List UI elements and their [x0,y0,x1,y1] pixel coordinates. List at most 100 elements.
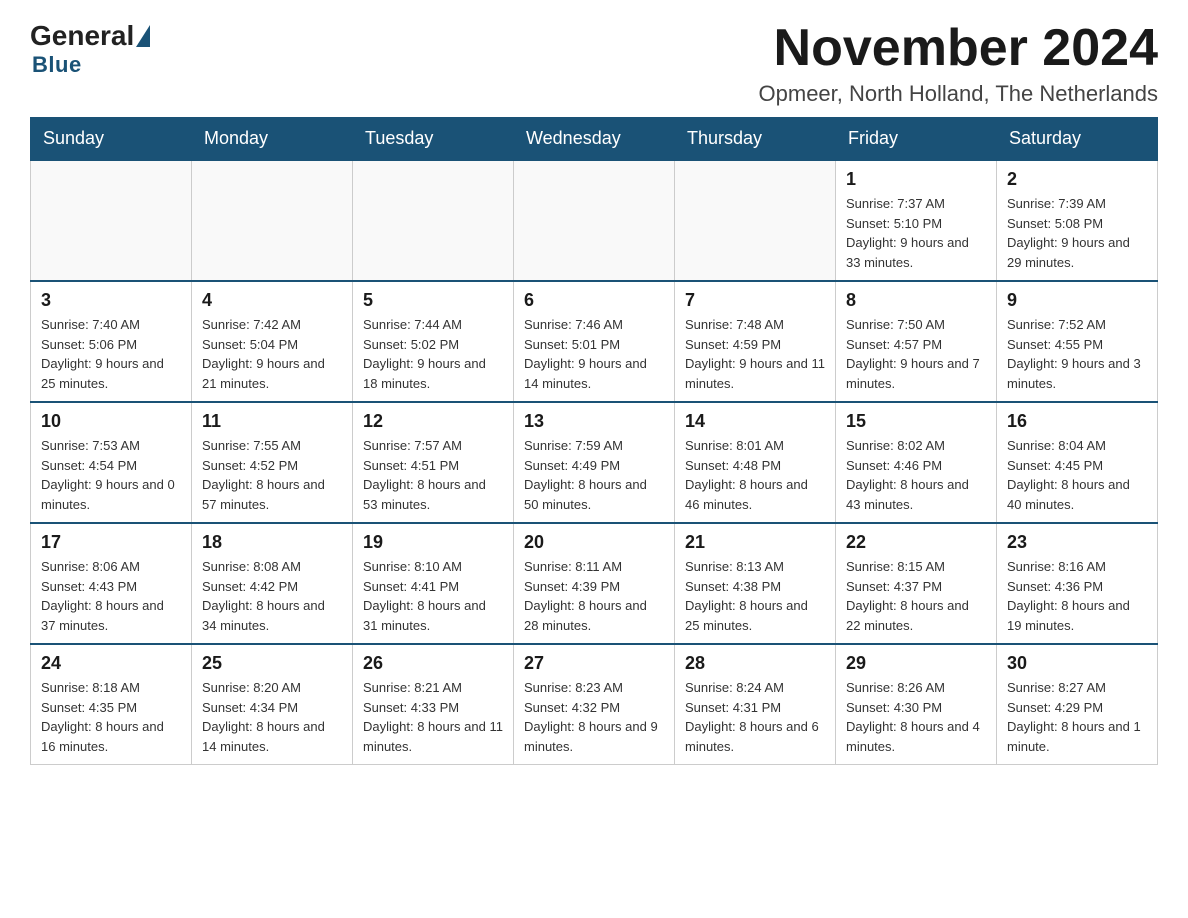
day-number: 18 [202,532,342,553]
day-number: 21 [685,532,825,553]
day-info: Sunrise: 7:59 AM Sunset: 4:49 PM Dayligh… [524,436,664,514]
day-info: Sunrise: 8:02 AM Sunset: 4:46 PM Dayligh… [846,436,986,514]
calendar-cell: 20 Sunrise: 8:11 AM Sunset: 4:39 PM Dayli… [514,523,675,644]
day-info: Sunrise: 7:39 AM Sunset: 5:08 PM Dayligh… [1007,194,1147,272]
calendar-cell [192,160,353,281]
day-number: 5 [363,290,503,311]
day-number: 11 [202,411,342,432]
calendar-week-row: 3 Sunrise: 7:40 AM Sunset: 5:06 PM Daylig… [31,281,1158,402]
day-number: 13 [524,411,664,432]
calendar-cell: 13 Sunrise: 7:59 AM Sunset: 4:49 PM Dayli… [514,402,675,523]
day-info: Sunrise: 8:26 AM Sunset: 4:30 PM Dayligh… [846,678,986,756]
weekday-header-sunday: Sunday [31,118,192,161]
day-info: Sunrise: 7:55 AM Sunset: 4:52 PM Dayligh… [202,436,342,514]
day-number: 20 [524,532,664,553]
weekday-header-friday: Friday [836,118,997,161]
calendar-cell [514,160,675,281]
day-number: 25 [202,653,342,674]
day-number: 27 [524,653,664,674]
logo-general-text: General [30,20,134,52]
day-info: Sunrise: 8:11 AM Sunset: 4:39 PM Dayligh… [524,557,664,635]
day-info: Sunrise: 7:53 AM Sunset: 4:54 PM Dayligh… [41,436,181,514]
calendar-cell: 29 Sunrise: 8:26 AM Sunset: 4:30 PM Dayli… [836,644,997,765]
calendar-week-row: 1Sunrise: 7:37 AM Sunset: 5:10 PM Daylig… [31,160,1158,281]
day-info: Sunrise: 7:48 AM Sunset: 4:59 PM Dayligh… [685,315,825,393]
calendar-cell: 15 Sunrise: 8:02 AM Sunset: 4:46 PM Dayli… [836,402,997,523]
day-info: Sunrise: 8:10 AM Sunset: 4:41 PM Dayligh… [363,557,503,635]
calendar-cell: 8 Sunrise: 7:50 AM Sunset: 4:57 PM Daylig… [836,281,997,402]
calendar-cell: 17 Sunrise: 8:06 AM Sunset: 4:43 PM Dayli… [31,523,192,644]
day-info: Sunrise: 7:44 AM Sunset: 5:02 PM Dayligh… [363,315,503,393]
day-number: 6 [524,290,664,311]
day-number: 28 [685,653,825,674]
day-info: Sunrise: 7:40 AM Sunset: 5:06 PM Dayligh… [41,315,181,393]
day-number: 16 [1007,411,1147,432]
weekday-header-thursday: Thursday [675,118,836,161]
calendar-cell: 18Sunrise: 8:08 AM Sunset: 4:42 PM Dayli… [192,523,353,644]
day-info: Sunrise: 7:52 AM Sunset: 4:55 PM Dayligh… [1007,315,1147,393]
logo-triangle-icon [136,25,150,47]
day-info: Sunrise: 8:06 AM Sunset: 4:43 PM Dayligh… [41,557,181,635]
calendar-cell: 6 Sunrise: 7:46 AM Sunset: 5:01 PM Daylig… [514,281,675,402]
day-number: 4 [202,290,342,311]
calendar-cell: 27 Sunrise: 8:23 AM Sunset: 4:32 PM Dayli… [514,644,675,765]
calendar-cell: 7 Sunrise: 7:48 AM Sunset: 4:59 PM Daylig… [675,281,836,402]
page-header: General Blue November 2024 Opmeer, North… [30,20,1158,107]
day-number: 7 [685,290,825,311]
day-number: 8 [846,290,986,311]
logo-blue-text: Blue [32,52,82,78]
weekday-header-saturday: Saturday [997,118,1158,161]
calendar-cell [675,160,836,281]
day-number: 29 [846,653,986,674]
calendar-cell: 28 Sunrise: 8:24 AM Sunset: 4:31 PM Dayli… [675,644,836,765]
calendar-week-row: 24Sunrise: 8:18 AM Sunset: 4:35 PM Dayli… [31,644,1158,765]
calendar-cell: 24Sunrise: 8:18 AM Sunset: 4:35 PM Dayli… [31,644,192,765]
day-number: 12 [363,411,503,432]
calendar-cell: 9Sunrise: 7:52 AM Sunset: 4:55 PM Daylig… [997,281,1158,402]
day-number: 2 [1007,169,1147,190]
title-area: November 2024 Opmeer, North Holland, The… [759,20,1158,107]
calendar-cell: 11 Sunrise: 7:55 AM Sunset: 4:52 PM Dayli… [192,402,353,523]
day-info: Sunrise: 8:23 AM Sunset: 4:32 PM Dayligh… [524,678,664,756]
day-info: Sunrise: 8:27 AM Sunset: 4:29 PM Dayligh… [1007,678,1147,756]
day-number: 3 [41,290,181,311]
day-info: Sunrise: 7:50 AM Sunset: 4:57 PM Dayligh… [846,315,986,393]
day-info: Sunrise: 8:16 AM Sunset: 4:36 PM Dayligh… [1007,557,1147,635]
calendar-cell [31,160,192,281]
calendar-cell: 21 Sunrise: 8:13 AM Sunset: 4:38 PM Dayli… [675,523,836,644]
weekday-header-tuesday: Tuesday [353,118,514,161]
day-info: Sunrise: 8:21 AM Sunset: 4:33 PM Dayligh… [363,678,503,756]
weekday-header-monday: Monday [192,118,353,161]
calendar-cell: 1Sunrise: 7:37 AM Sunset: 5:10 PM Daylig… [836,160,997,281]
day-info: Sunrise: 8:01 AM Sunset: 4:48 PM Dayligh… [685,436,825,514]
day-info: Sunrise: 8:04 AM Sunset: 4:45 PM Dayligh… [1007,436,1147,514]
day-number: 23 [1007,532,1147,553]
day-info: Sunrise: 8:24 AM Sunset: 4:31 PM Dayligh… [685,678,825,756]
day-number: 26 [363,653,503,674]
weekday-header-row: SundayMondayTuesdayWednesdayThursdayFrid… [31,118,1158,161]
day-number: 17 [41,532,181,553]
calendar-cell: 5 Sunrise: 7:44 AM Sunset: 5:02 PM Daylig… [353,281,514,402]
calendar-week-row: 17 Sunrise: 8:06 AM Sunset: 4:43 PM Dayli… [31,523,1158,644]
day-number: 1 [846,169,986,190]
day-number: 14 [685,411,825,432]
calendar-table: SundayMondayTuesdayWednesdayThursdayFrid… [30,117,1158,765]
day-number: 24 [41,653,181,674]
day-info: Sunrise: 8:13 AM Sunset: 4:38 PM Dayligh… [685,557,825,635]
calendar-cell: 4Sunrise: 7:42 AM Sunset: 5:04 PM Daylig… [192,281,353,402]
calendar-cell: 30 Sunrise: 8:27 AM Sunset: 4:29 PM Dayli… [997,644,1158,765]
calendar-cell: 23 Sunrise: 8:16 AM Sunset: 4:36 PM Dayli… [997,523,1158,644]
calendar-cell: 25Sunrise: 8:20 AM Sunset: 4:34 PM Dayli… [192,644,353,765]
calendar-cell: 2 Sunrise: 7:39 AM Sunset: 5:08 PM Daylig… [997,160,1158,281]
day-number: 22 [846,532,986,553]
logo: General Blue [30,20,152,78]
day-number: 10 [41,411,181,432]
location-text: Opmeer, North Holland, The Netherlands [759,81,1158,107]
day-number: 30 [1007,653,1147,674]
calendar-cell: 10 Sunrise: 7:53 AM Sunset: 4:54 PM Dayli… [31,402,192,523]
day-number: 15 [846,411,986,432]
calendar-cell: 12 Sunrise: 7:57 AM Sunset: 4:51 PM Dayli… [353,402,514,523]
day-info: Sunrise: 7:57 AM Sunset: 4:51 PM Dayligh… [363,436,503,514]
calendar-cell [353,160,514,281]
day-info: Sunrise: 7:46 AM Sunset: 5:01 PM Dayligh… [524,315,664,393]
